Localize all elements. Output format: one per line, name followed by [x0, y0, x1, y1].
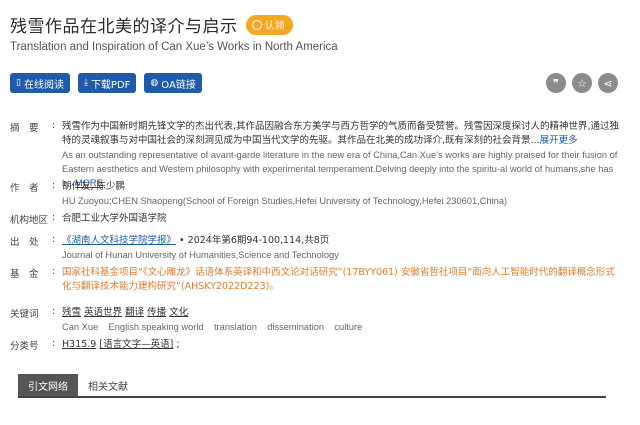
share-icon[interactable]: ⋖ [598, 73, 618, 93]
keywords-label: 关键词 [10, 309, 39, 320]
journal-link[interactable]: 《湖南人文科技学院学报》 [62, 235, 176, 246]
keyword-link[interactable]: 翻译 [125, 307, 144, 318]
authors-en: HU Zuoyou;CHEN Shaopeng(School of Foreig… [62, 196, 508, 206]
book-icon: ▯ [16, 78, 21, 88]
source-en: Journal of Hunan University of Humanitie… [62, 250, 339, 260]
keywords-en: Can Xue English speaking world translati… [62, 322, 363, 332]
page-subtitle-en: Translation and Inspiration of Can Xue’s… [10, 41, 338, 53]
claim-button[interactable]: 认领 [245, 14, 293, 35]
authors-row: 作 者 : 胡作友, 陈少鹏 HU Zuoyou;CHEN Shaopeng(S… [10, 180, 622, 208]
source-row: 出 处 : 《湖南人文科技学院学报》 • 2024年第6期94-100,114,… [10, 234, 622, 262]
star-icon[interactable]: ☆ [572, 73, 592, 93]
source-detail: 2024年第6期94-100,114,共8页 [187, 235, 330, 246]
keyword-link[interactable]: 传播 [147, 307, 166, 318]
region-label: 机构地区 [10, 215, 49, 226]
region-value[interactable]: 合肥工业大学外国语学院 [62, 212, 622, 226]
authors-label: 作 者 [10, 183, 39, 194]
keyword-link[interactable]: 英语世界 [84, 307, 122, 318]
classification-desc[interactable]: [语言文字—英语] [99, 339, 173, 350]
action-bar: ▯ 在线阅读 ⤓ 下载PDF ◍ OA链接 [10, 73, 202, 93]
expand-more-link[interactable]: 展开更多 [540, 135, 578, 146]
user-icon [251, 19, 262, 30]
classification-label: 分类号 [10, 341, 39, 352]
download-icon: ⤓ [83, 78, 88, 88]
fund-label: 基 金 [10, 269, 39, 280]
region-row: 机构地区 : 合肥工业大学外国语学院 [10, 212, 622, 226]
read-online-button[interactable]: ▯ 在线阅读 [10, 73, 70, 93]
tab-related-literature[interactable]: 相关文献 [78, 374, 138, 396]
globe-icon: ◍ [150, 78, 159, 88]
quote-icon[interactable]: ❞ [546, 73, 566, 93]
tab-bar: 引文网络 相关文献 [18, 374, 606, 398]
authors-zh[interactable]: 胡作友, 陈少鹏 [62, 180, 622, 194]
claim-label: 认领 [264, 21, 285, 32]
abstract-zh: 残雪作为中国新时期先锋文学的杰出代表,其作品因融合东方美学与西方哲学的气质而备受… [62, 121, 620, 146]
keywords-row: 关键词 : 残雪 英语世界 翻译 传播 文化 Can Xue English s… [10, 306, 622, 334]
classification-row: 分类号 : H315.9 [语言文字—英语] ; [10, 338, 180, 352]
download-pdf-button[interactable]: ⤓ 下载PDF [77, 73, 137, 93]
tool-icons: ❞ ☆ ⋖ [546, 73, 618, 93]
keywords-zh: 残雪 英语世界 翻译 传播 文化 [62, 306, 622, 320]
page-title: 残雪作品在北美的译介与启示 [10, 17, 238, 37]
source-label: 出 处 [10, 237, 39, 248]
fund-row: 基 金 : 国家社科基金项目“《文心雕龙》话语体系英译和中西文论对话研究”(17… [10, 266, 622, 294]
keyword-link[interactable]: 文化 [169, 307, 188, 318]
fund-value[interactable]: 国家社科基金项目“《文心雕龙》话语体系英译和中西文论对话研究”(17BYY061… [62, 266, 622, 294]
oa-link-button[interactable]: ◍ OA链接 [144, 73, 202, 93]
tab-citation-network[interactable]: 引文网络 [18, 374, 78, 396]
classification-code[interactable]: H315.9 [62, 339, 96, 350]
title-row: 残雪作品在北美的译介与启示 认领 [10, 12, 293, 37]
keyword-link[interactable]: 残雪 [62, 307, 81, 318]
